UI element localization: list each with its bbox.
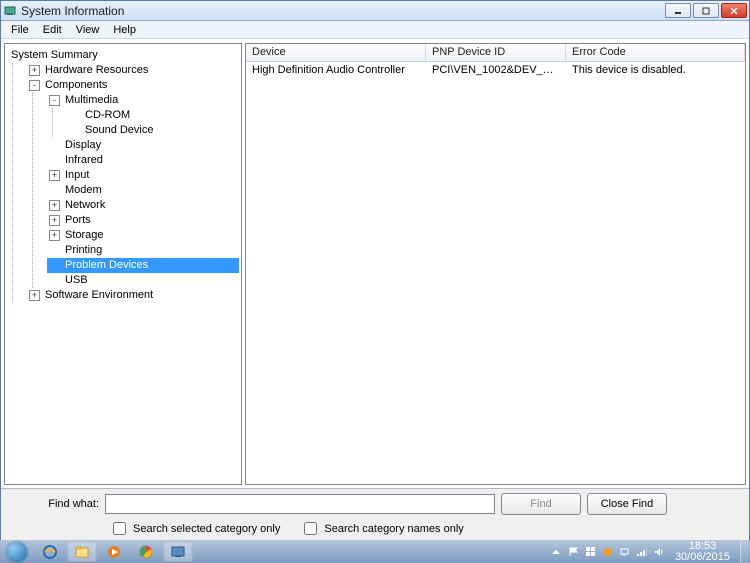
expand-icon[interactable]: + [49, 215, 60, 226]
tree-label: Input [63, 168, 91, 183]
search-selected-checkbox[interactable]: Search selected category only [109, 519, 280, 538]
find-bar: Find what: Find Close Find Search select… [1, 488, 749, 540]
volume-icon[interactable] [653, 546, 665, 558]
col-device[interactable]: Device [246, 44, 426, 61]
taskbar[interactable]: 18:53 30/06/2015 [0, 540, 750, 563]
tree-label: Display [63, 138, 103, 153]
spacer [49, 140, 60, 151]
spacer [49, 245, 60, 256]
tree-label: Printing [63, 243, 104, 258]
expand-icon[interactable]: + [29, 65, 40, 76]
spacer [49, 185, 60, 196]
expand-icon[interactable]: + [49, 170, 60, 181]
app-icon [3, 4, 17, 18]
tree-item[interactable]: Problem Devices [47, 258, 239, 273]
tree-label: USB [63, 273, 90, 288]
tree-item[interactable]: +Ports [47, 213, 239, 228]
tree-item[interactable]: +Network [47, 198, 239, 213]
tree-label: Modem [63, 183, 104, 198]
tray-chevron-icon[interactable] [550, 546, 562, 558]
tree-label: Problem Devices [63, 258, 150, 273]
cell-pnp: PCI\VEN_1002&DEV_AA68&SUBSYS_... [426, 64, 566, 76]
detail-pane[interactable]: Device PNP Device ID Error Code High Def… [245, 43, 746, 485]
system-information-window: System Information File Edit View Help S… [0, 0, 750, 541]
spacer [49, 155, 60, 166]
spacer [69, 125, 80, 136]
taskbar-wmp-icon[interactable] [99, 541, 129, 562]
tree-item[interactable]: Modem [47, 183, 239, 198]
spacer [49, 275, 60, 286]
maximize-button[interactable] [693, 3, 719, 18]
cell-error: This device is disabled. [566, 64, 745, 76]
table-row[interactable]: High Definition Audio Controller PCI\VEN… [246, 62, 745, 78]
expand-icon[interactable]: + [49, 230, 60, 241]
tree-item[interactable]: +Input [47, 168, 239, 183]
system-tray[interactable]: 18:53 30/06/2015 [550, 540, 750, 563]
spacer [69, 110, 80, 121]
signal-icon[interactable] [636, 546, 648, 558]
tree-root[interactable]: System Summary [7, 48, 239, 63]
taskbar-explorer-icon[interactable] [67, 541, 97, 562]
find-input[interactable] [105, 494, 495, 514]
tree-label: CD-ROM [83, 108, 132, 123]
close-find-button[interactable]: Close Find [587, 493, 667, 515]
window-title: System Information [21, 4, 665, 18]
taskbar-msinfo-icon[interactable] [163, 541, 193, 562]
close-button[interactable] [721, 3, 747, 18]
tree-item[interactable]: Infrared [47, 153, 239, 168]
tree-label: Network [63, 198, 107, 213]
collapse-icon[interactable]: - [29, 80, 40, 91]
spacer [49, 260, 60, 271]
window-icon[interactable] [585, 546, 597, 558]
tree-label: Storage [63, 228, 106, 243]
tree-label: Sound Device [83, 123, 156, 138]
tree-item[interactable]: CD-ROM [67, 108, 239, 123]
taskbar-clock[interactable]: 18:53 30/06/2015 [671, 541, 734, 563]
start-button[interactable] [0, 540, 34, 563]
col-pnp[interactable]: PNP Device ID [426, 44, 566, 61]
collapse-icon[interactable]: - [49, 95, 60, 106]
flag-icon[interactable] [568, 546, 580, 558]
tree-item[interactable]: USB [47, 273, 239, 288]
menu-file[interactable]: File [5, 23, 35, 37]
titlebar[interactable]: System Information [1, 1, 749, 21]
tree-item[interactable]: +Software Environment [27, 288, 239, 303]
tree-label: Hardware Resources [43, 63, 150, 78]
search-names-checkbox[interactable]: Search category names only [300, 519, 463, 538]
find-label: Find what: [9, 498, 99, 510]
tree-item[interactable]: Display [47, 138, 239, 153]
tree-label: Software Environment [43, 288, 155, 303]
find-button[interactable]: Find [501, 493, 581, 515]
column-headers[interactable]: Device PNP Device ID Error Code [246, 44, 745, 62]
cell-device: High Definition Audio Controller [246, 64, 426, 76]
tree-item[interactable]: +Storage [47, 228, 239, 243]
menubar: File Edit View Help [1, 21, 749, 39]
expand-icon[interactable]: + [49, 200, 60, 211]
tree-item[interactable]: -Multimedia [47, 93, 239, 108]
col-error[interactable]: Error Code [566, 44, 745, 61]
category-tree[interactable]: System Summary +Hardware Resources-Compo… [4, 43, 242, 485]
show-desktop-button[interactable] [740, 540, 748, 563]
tree-item[interactable]: Printing [47, 243, 239, 258]
tree-item[interactable]: +Hardware Resources [27, 63, 239, 78]
tree-item[interactable]: -Components [27, 78, 239, 93]
tree-label: Ports [63, 213, 93, 228]
menu-help[interactable]: Help [107, 23, 142, 37]
tree-item[interactable]: Sound Device [67, 123, 239, 138]
network-icon[interactable] [619, 546, 631, 558]
menu-edit[interactable]: Edit [37, 23, 68, 37]
av-icon[interactable] [602, 546, 614, 558]
tree-label: Multimedia [63, 93, 120, 108]
tree-label: Components [43, 78, 109, 93]
menu-view[interactable]: View [70, 23, 106, 37]
minimize-button[interactable] [665, 3, 691, 18]
expand-icon[interactable]: + [29, 290, 40, 301]
taskbar-ie-icon[interactable] [35, 541, 65, 562]
taskbar-chrome-icon[interactable] [131, 541, 161, 562]
tree-label: Infrared [63, 153, 105, 168]
